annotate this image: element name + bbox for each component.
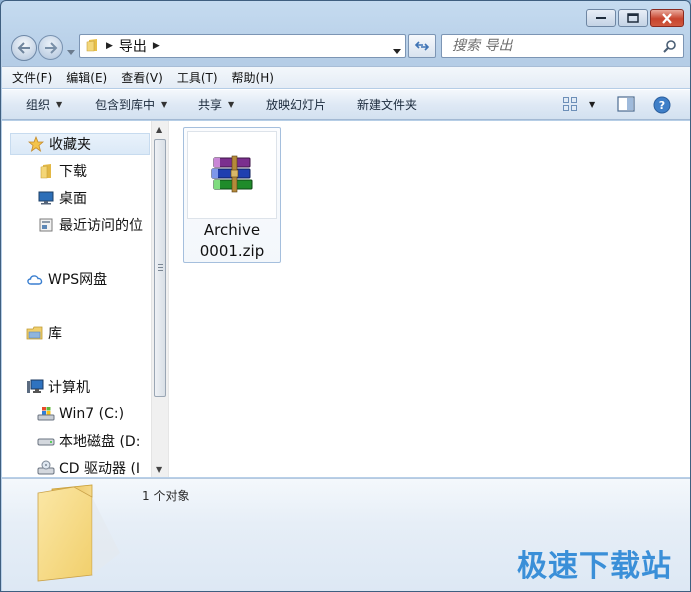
breadcrumb-item[interactable]: 导出 <box>119 36 147 56</box>
view-grid-icon <box>563 97 577 111</box>
refresh-icon <box>414 41 430 51</box>
close-icon <box>662 12 672 24</box>
file-name: Archive 0001.zip <box>184 220 280 262</box>
search-icon[interactable] <box>663 39 677 56</box>
scrollbar-thumb[interactable] <box>154 139 166 397</box>
cloud-icon <box>26 270 44 288</box>
status-text: 1 个对象 <box>142 489 190 503</box>
share-button[interactable]: 共享 ▼ <box>198 96 234 113</box>
file-thumbnail <box>187 131 277 219</box>
search-box[interactable] <box>441 34 684 58</box>
change-view-button[interactable] <box>562 96 578 115</box>
scroll-down-icon[interactable]: ▼ <box>156 465 162 474</box>
refresh-button[interactable] <box>408 34 436 58</box>
search-input[interactable] <box>442 35 652 57</box>
nav-computer-label: 计算机 <box>48 380 90 396</box>
nav-drive-c-label: Win7 (C:) <box>59 406 125 422</box>
nav-drive-cd[interactable]: CD 驱动器 (I <box>37 457 140 477</box>
star-icon <box>27 135 45 153</box>
help-button[interactable]: ? <box>653 96 671 117</box>
nav-downloads[interactable]: 下载 <box>37 160 87 182</box>
file-item[interactable]: Archive 0001.zip <box>183 127 281 263</box>
preview-pane-button[interactable] <box>617 96 635 115</box>
arrow-left-icon <box>17 42 30 54</box>
back-button[interactable] <box>11 35 37 61</box>
include-in-library-button[interactable]: 包含到库中 ▼ <box>95 96 167 113</box>
maximize-button[interactable] <box>618 9 648 27</box>
cd-drive-icon <box>37 459 55 477</box>
explorer-window: ▶ 导出 ▶ 文件(F) 编辑(E) 查看(V) 工具(T) 帮助(H) 组织 … <box>0 0 691 592</box>
new-folder-button[interactable]: 新建文件夹 <box>357 96 417 113</box>
forward-button[interactable] <box>38 35 63 60</box>
help-icon: ? <box>653 96 671 114</box>
menu-bar: 文件(F) 编辑(E) 查看(V) 工具(T) 帮助(H) <box>2 66 690 88</box>
nav-libraries-label: 库 <box>48 326 62 342</box>
recent-places-icon <box>37 216 55 234</box>
close-button[interactable] <box>650 9 684 27</box>
nav-recent-label: 最近访问的位 <box>59 218 143 234</box>
nav-wps-label: WPS网盘 <box>48 272 108 288</box>
nav-libraries[interactable]: 库 <box>26 322 62 344</box>
organize-button[interactable]: 组织 ▼ <box>26 96 62 113</box>
library-icon <box>26 324 44 342</box>
minimize-icon <box>596 17 606 19</box>
slideshow-button[interactable]: 放映幻灯片 <box>266 96 326 113</box>
nav-drive-d-label: 本地磁盘 (D: <box>59 434 141 450</box>
nav-drive-c[interactable]: Win7 (C:) <box>37 403 124 425</box>
file-name-line-1: Archive <box>203 221 261 239</box>
nav-downloads-label: 下载 <box>59 164 87 180</box>
view-options-dropdown-icon[interactable]: ▼ <box>589 100 595 109</box>
nav-desktop[interactable]: 桌面 <box>37 187 87 209</box>
folder-icon <box>86 38 100 55</box>
address-bar[interactable]: ▶ 导出 ▶ <box>79 34 406 58</box>
winrar-archive-icon <box>211 155 253 193</box>
nav-wps[interactable]: WPS网盘 <box>26 268 107 290</box>
minimize-button[interactable] <box>586 9 616 27</box>
folder-large-icon <box>30 483 126 586</box>
recent-pages-dropdown[interactable] <box>67 44 75 58</box>
menu-view[interactable]: 查看(V) <box>121 69 163 86</box>
maximize-icon <box>627 13 639 23</box>
scrollbar-grip <box>158 264 163 271</box>
nav-drive-d[interactable]: 本地磁盘 (D: <box>37 430 140 452</box>
chevron-down-icon: ▼ <box>228 100 235 109</box>
command-bar: 组织 ▼ 包含到库中 ▼ 共享 ▼ 放映幻灯片 新建文件夹 ▼ ? <box>2 89 690 120</box>
nav-computer[interactable]: 计算机 <box>26 376 90 398</box>
share-label: 共享 <box>198 98 223 112</box>
include-in-library-label: 包含到库中 <box>95 98 156 112</box>
chevron-down-icon <box>67 50 75 55</box>
folder-icon <box>37 162 55 180</box>
hard-drive-icon <box>37 432 55 450</box>
breadcrumb-separator-icon[interactable]: ▶ <box>153 41 160 51</box>
scroll-up-icon[interactable]: ▲ <box>156 125 162 134</box>
nav-favorites-label: 收藏夹 <box>49 137 91 153</box>
svg-text:?: ? <box>659 99 665 112</box>
menu-file[interactable]: 文件(F) <box>12 69 52 86</box>
nav-favorites[interactable]: 收藏夹 <box>10 133 150 155</box>
content-area: 收藏夹 下载 桌面 最近访问的位 WPS网盘 库 计算机 Win7 (C:) 本… <box>2 121 690 477</box>
menu-edit[interactable]: 编辑(E) <box>66 69 107 86</box>
windows-drive-icon <box>37 405 55 423</box>
navigation-pane: 收藏夹 下载 桌面 最近访问的位 WPS网盘 库 计算机 Win7 (C:) 本… <box>2 121 150 477</box>
organize-label: 组织 <box>26 98 51 112</box>
navigation-scrollbar[interactable]: ▲ ▼ <box>151 121 168 477</box>
desktop-icon <box>37 189 55 207</box>
menu-tools[interactable]: 工具(T) <box>177 69 218 86</box>
address-dropdown-icon[interactable] <box>393 43 401 57</box>
nav-desktop-label: 桌面 <box>59 191 87 207</box>
pane-divider[interactable] <box>168 121 169 477</box>
computer-icon <box>26 378 44 396</box>
chevron-down-icon: ▼ <box>56 100 63 109</box>
chevron-down-icon: ▼ <box>161 100 168 109</box>
preview-pane-icon <box>617 96 635 112</box>
watermark-text: 极速下载站 <box>517 549 672 584</box>
nav-drive-cd-label: CD 驱动器 (I <box>59 461 141 477</box>
breadcrumb-separator-icon[interactable]: ▶ <box>106 41 113 51</box>
nav-recent[interactable]: 最近访问的位 <box>37 214 143 236</box>
menu-help[interactable]: 帮助(H) <box>232 69 274 86</box>
window-controls <box>586 9 684 27</box>
file-name-line-2: 0001.zip <box>199 242 265 260</box>
arrow-right-icon <box>44 41 57 54</box>
